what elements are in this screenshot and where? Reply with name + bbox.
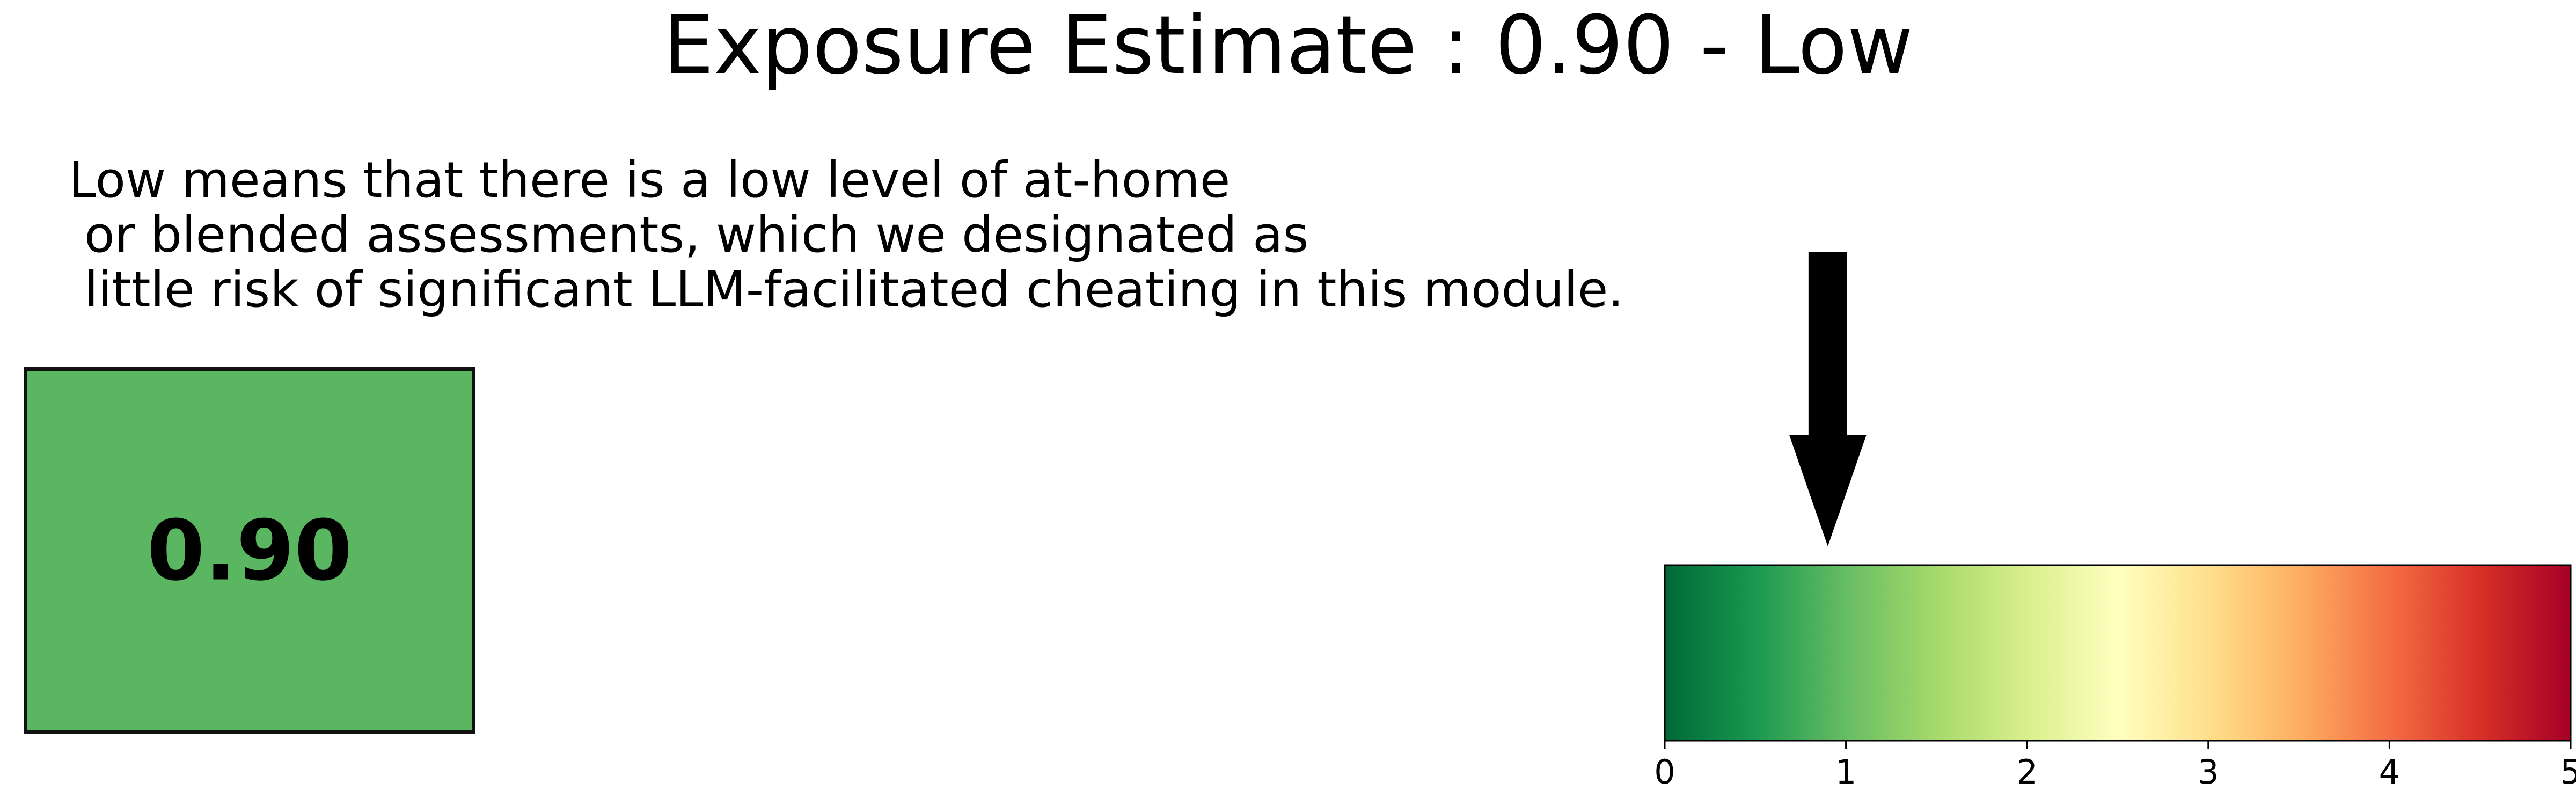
x-tick-label: 1	[1835, 752, 1856, 792]
value-arrow-icon	[1789, 252, 1867, 546]
x-tick-label: 4	[2379, 752, 2400, 792]
x-tick-label: 3	[2198, 752, 2219, 792]
tick-layer: 0 1 2 3 4 5	[1654, 741, 2576, 792]
x-tick-label: 2	[2016, 752, 2037, 792]
x-tick-label: 0	[1654, 752, 1675, 792]
colorbar	[1664, 564, 2572, 742]
x-tick-label: 5	[2560, 752, 2576, 792]
exposure-gauge: 0 1 2 3 4 5	[1654, 252, 2576, 792]
